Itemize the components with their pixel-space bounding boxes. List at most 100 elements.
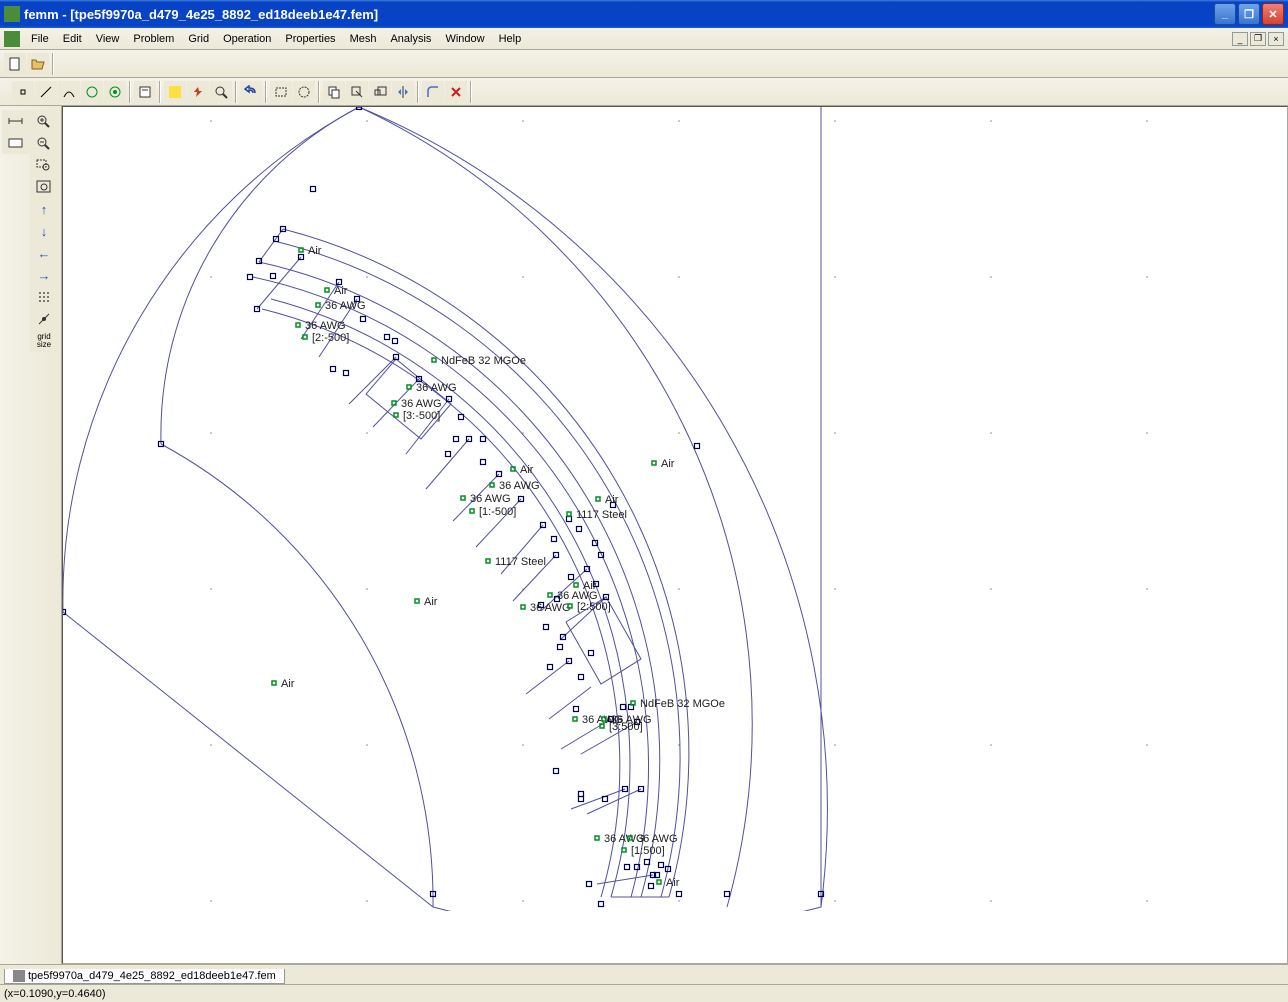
point-tool-button[interactable] xyxy=(12,81,34,103)
undo-icon xyxy=(244,85,258,99)
menubar: File Edit View Problem Grid Operation Pr… xyxy=(0,28,1288,50)
mdi-restore-button[interactable]: ❐ xyxy=(1250,32,1266,46)
status-coordinates: (x=0.1090,y=0.4640) xyxy=(4,988,106,1000)
move-button[interactable] xyxy=(346,81,368,103)
scale-button[interactable] xyxy=(369,81,391,103)
pan-up-button[interactable]: ↑ xyxy=(30,198,58,220)
open-file-button[interactable] xyxy=(27,53,49,75)
line-tool-button[interactable] xyxy=(35,81,57,103)
menu-help[interactable]: Help xyxy=(492,31,529,47)
svg-text:36 AWG: 36 AWG xyxy=(470,493,511,505)
move-icon xyxy=(350,85,364,99)
open-file-icon xyxy=(30,56,46,72)
svg-text:Air: Air xyxy=(424,596,438,608)
undo-button[interactable] xyxy=(240,81,262,103)
menu-operation[interactable]: Operation xyxy=(216,31,278,47)
app-icon xyxy=(4,6,20,22)
fillet-icon xyxy=(426,85,440,99)
svg-text:Air: Air xyxy=(666,877,680,889)
editor-button[interactable] xyxy=(134,81,156,103)
arrow-down-icon: ↓ xyxy=(41,224,48,239)
zoom-tool-button[interactable] xyxy=(2,110,30,132)
line-icon xyxy=(39,85,53,99)
zoom-extents-button[interactable] xyxy=(30,176,58,198)
arrow-left-icon: ← xyxy=(38,246,51,261)
grid-toggle-button[interactable] xyxy=(30,286,58,308)
arc-icon xyxy=(62,85,76,99)
menu-view[interactable]: View xyxy=(89,31,127,47)
svg-text:Air: Air xyxy=(520,464,534,476)
delete-icon xyxy=(449,85,463,99)
svg-text:36 AWG: 36 AWG xyxy=(530,602,571,614)
zoom-window-button[interactable] xyxy=(30,154,58,176)
zoom-in-icon xyxy=(36,114,52,128)
menu-properties[interactable]: Properties xyxy=(278,31,342,47)
mesh-button[interactable] xyxy=(164,81,186,103)
secondary-toolbar xyxy=(0,78,1288,106)
results-icon xyxy=(214,85,228,99)
snap-toggle-button[interactable] xyxy=(30,308,58,330)
maximize-button[interactable]: ❐ xyxy=(1238,3,1260,25)
main-toolbar xyxy=(0,50,1288,78)
drawing-canvas[interactable]: AirAir36 AWG36 AWG[2:-500]NdFeB 32 MGOe3… xyxy=(62,106,1288,964)
svg-text:[3:500]: [3:500] xyxy=(609,721,643,733)
close-button[interactable]: ✕ xyxy=(1262,3,1284,25)
menu-problem[interactable]: Problem xyxy=(126,31,181,47)
snap-icon xyxy=(37,312,51,326)
select-circle-icon xyxy=(297,85,311,99)
view-results-button[interactable] xyxy=(210,81,232,103)
new-file-button[interactable] xyxy=(4,53,26,75)
svg-text:36 AWG: 36 AWG xyxy=(637,833,678,845)
menu-analysis[interactable]: Analysis xyxy=(383,31,438,47)
document-tab-label: tpe5f9970a_d479_4e25_8892_ed18deeb1e47.f… xyxy=(28,970,276,982)
delete-button[interactable] xyxy=(445,81,467,103)
mirror-button[interactable] xyxy=(392,81,414,103)
svg-text:[2:500]: [2:500] xyxy=(577,601,611,613)
editor-icon xyxy=(138,85,152,99)
select-rect-button[interactable] xyxy=(270,81,292,103)
scale-icon xyxy=(373,85,387,99)
menu-mesh[interactable]: Mesh xyxy=(343,31,384,47)
mesh-icon xyxy=(168,85,182,99)
pan-left-button[interactable]: ← xyxy=(30,242,58,264)
mdi-minimize-button[interactable]: _ xyxy=(1232,32,1248,46)
svg-text:[1:500]: [1:500] xyxy=(631,845,665,857)
svg-text:36 AWG: 36 AWG xyxy=(499,480,540,492)
svg-text:[3:-500]: [3:-500] xyxy=(403,410,440,422)
svg-text:36 AWG: 36 AWG xyxy=(305,320,346,332)
group-tool-button[interactable] xyxy=(104,81,126,103)
document-tab[interactable]: tpe5f9970a_d479_4e25_8892_ed18deeb1e47.f… xyxy=(4,969,285,984)
analysis-icon xyxy=(191,85,205,99)
mdi-close-button[interactable]: × xyxy=(1268,32,1284,46)
copy-button[interactable] xyxy=(323,81,345,103)
zoom-out-button[interactable] xyxy=(30,132,58,154)
arrow-up-icon: ↑ xyxy=(41,202,48,217)
menu-window[interactable]: Window xyxy=(438,31,491,47)
zoom-bar-icon xyxy=(8,114,24,128)
zoom-out-icon xyxy=(36,136,52,150)
menu-file[interactable]: File xyxy=(24,31,56,47)
run-analysis-button[interactable] xyxy=(187,81,209,103)
keyboard-zoom-button[interactable] xyxy=(2,132,30,154)
minimize-button[interactable]: _ xyxy=(1214,3,1236,25)
fillet-button[interactable] xyxy=(422,81,444,103)
statusbar: (x=0.1090,y=0.4640) xyxy=(0,984,1288,1002)
document-tabbar: tpe5f9970a_d479_4e25_8892_ed18deeb1e47.f… xyxy=(0,964,1288,984)
left-toolbar: ↑ ↓ ← → gridsize xyxy=(0,106,62,964)
pan-right-button[interactable]: → xyxy=(30,264,58,286)
arc-tool-button[interactable] xyxy=(58,81,80,103)
svg-text:[1:-500]: [1:-500] xyxy=(479,506,516,518)
zoom-in-button[interactable] xyxy=(30,110,58,132)
group-icon xyxy=(108,85,122,99)
menu-edit[interactable]: Edit xyxy=(56,31,89,47)
block-label-tool-button[interactable] xyxy=(81,81,103,103)
svg-text:Air: Air xyxy=(308,245,322,257)
svg-text:36 AWG: 36 AWG xyxy=(416,382,457,394)
pan-down-button[interactable]: ↓ xyxy=(30,220,58,242)
select-circle-button[interactable] xyxy=(293,81,315,103)
grid-size-label: gridsize xyxy=(37,333,51,349)
titlebar-text: femm - [tpe5f9970a_d479_4e25_8892_ed18de… xyxy=(24,7,1214,22)
zoom-extents-icon xyxy=(36,180,52,194)
grid-size-button[interactable]: gridsize xyxy=(30,330,58,352)
menu-grid[interactable]: Grid xyxy=(181,31,216,47)
